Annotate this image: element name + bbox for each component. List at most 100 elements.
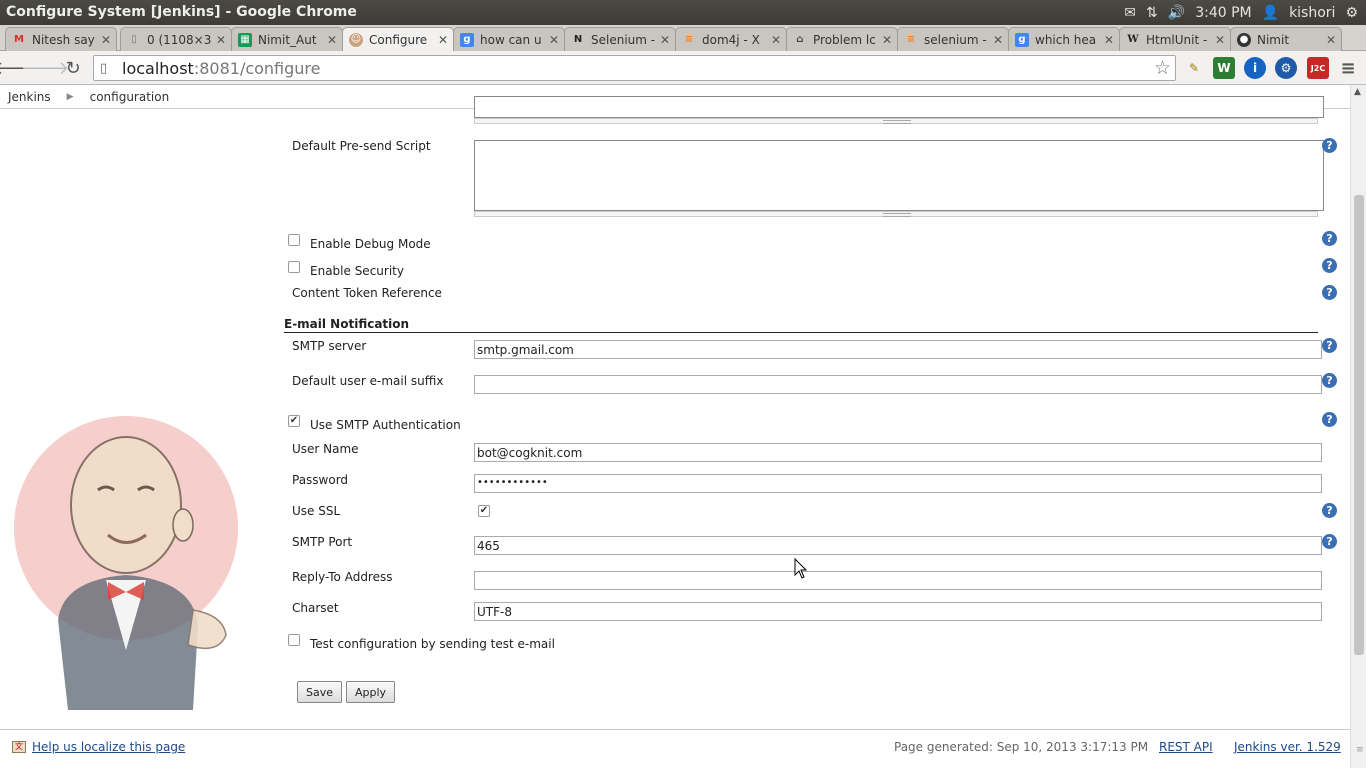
bookmark-star-icon[interactable]: ☆	[1154, 57, 1171, 79]
smtp-auth-checkbox[interactable]: ✔	[288, 415, 300, 427]
help-icon[interactable]: ?	[1322, 231, 1337, 246]
debug-mode-label: Enable Debug Mode	[310, 237, 431, 251]
username-input[interactable]	[474, 443, 1322, 462]
textarea-resize-grip[interactable]	[474, 118, 1318, 124]
breadcrumb-jenkins[interactable]: Jenkins	[0, 90, 59, 104]
save-button[interactable]: Save	[297, 681, 343, 703]
mail-icon[interactable]: ✉	[1124, 5, 1136, 21]
extension-info-icon[interactable]: i	[1244, 57, 1266, 79]
close-icon[interactable]: ✕	[881, 33, 893, 47]
smtp-server-input[interactable]	[474, 340, 1322, 359]
browser-tab[interactable]: ▦ Nimit_Aut ✕	[231, 27, 343, 51]
localize-link-container: 文 Help us localize this page	[12, 740, 185, 754]
site-icon: ⌂	[796, 34, 804, 45]
localize-link[interactable]: Help us localize this page	[32, 740, 185, 754]
previous-script-textarea[interactable]	[474, 96, 1324, 118]
help-icon[interactable]: ?	[1322, 534, 1337, 549]
scroll-up-arrow-icon[interactable]: ▲	[1354, 87, 1361, 97]
close-icon[interactable]: ✕	[100, 33, 112, 47]
close-icon[interactable]: ✕	[659, 33, 671, 47]
browser-tab[interactable]: g how can u ✕	[453, 27, 565, 51]
mouse-pointer-icon	[794, 558, 808, 579]
help-icon[interactable]: ?	[1322, 258, 1337, 273]
wikipedia-icon: W	[1127, 34, 1139, 45]
pre-send-script-textarea[interactable]	[474, 140, 1324, 211]
browser-tab[interactable]: ⌂ Problem lc ✕	[786, 27, 898, 51]
menu-icon[interactable]: ≡	[1337, 57, 1359, 79]
breadcrumb-configuration[interactable]: configuration	[82, 90, 178, 104]
close-icon[interactable]: ✕	[1325, 33, 1337, 47]
help-icon[interactable]: ?	[1322, 338, 1337, 353]
close-icon[interactable]: ✕	[992, 33, 1004, 47]
close-icon[interactable]: ✕	[437, 33, 449, 47]
scrollbar-thumb[interactable]	[1354, 195, 1364, 655]
volume-icon[interactable]: 🔊	[1168, 5, 1185, 21]
google-icon: g	[460, 32, 474, 47]
pre-send-script-label: Default Pre-send Script	[292, 139, 431, 153]
smtp-server-label: SMTP server	[292, 339, 367, 353]
help-icon[interactable]: ?	[1322, 412, 1337, 427]
close-icon[interactable]: ✕	[1214, 33, 1226, 47]
use-ssl-label: Use SSL	[292, 504, 341, 518]
browser-tab[interactable]: M Nitesh say ✕	[5, 27, 117, 51]
address-path: :8081/configure	[193, 58, 321, 78]
extension-pencil-icon[interactable]: ✎	[1183, 57, 1205, 79]
reply-to-input[interactable]	[474, 571, 1322, 590]
close-icon[interactable]: ✕	[326, 33, 338, 47]
rest-api-link[interactable]: REST API	[1159, 740, 1213, 754]
user-name[interactable]: kishori	[1289, 5, 1335, 21]
browser-tab[interactable]: g which hea ✕	[1008, 27, 1120, 51]
notion-icon: N	[573, 34, 583, 45]
smtp-port-input[interactable]	[474, 536, 1322, 555]
charset-input[interactable]	[474, 602, 1322, 621]
stackoverflow-icon: ≡	[906, 34, 916, 45]
browser-tab-active[interactable]: ☺ Configure ✕	[342, 27, 454, 51]
debug-mode-checkbox[interactable]	[288, 234, 300, 246]
translate-icon: 文	[12, 741, 26, 753]
help-icon[interactable]: ?	[1322, 503, 1337, 518]
github-icon: ●	[1237, 32, 1251, 47]
use-ssl-checkbox[interactable]: ✔	[478, 505, 490, 517]
extension-gear-icon[interactable]: ⚙	[1275, 57, 1297, 79]
username-label: User Name	[292, 442, 359, 456]
window-title: Configure System [Jenkins] - Google Chro…	[6, 4, 357, 20]
page-scrollbar[interactable]: ▲ ≡	[1350, 85, 1366, 768]
smtp-auth-label: Use SMTP Authentication	[310, 418, 461, 432]
password-input[interactable]: ••••••••••••	[474, 474, 1322, 493]
help-icon[interactable]: ?	[1322, 285, 1337, 300]
sheets-icon: ▦	[238, 32, 252, 47]
user-icon: 👤	[1261, 4, 1280, 21]
reload-icon[interactable]: ↻	[62, 57, 84, 79]
security-checkbox[interactable]	[288, 261, 300, 273]
browser-toolbar: 🡐 🡒 ↻ ▯ localhost :8081/configure ☆ ✎ W …	[0, 51, 1366, 85]
browser-tab[interactable]: N Selenium - ✕	[564, 27, 676, 51]
settings-gear-icon[interactable]: ⚙	[1345, 5, 1358, 21]
test-email-checkbox[interactable]	[288, 634, 300, 646]
jenkins-version-link[interactable]: Jenkins ver. 1.529	[1234, 740, 1341, 754]
browser-tab[interactable]: ≡ dom4j - X ✕	[675, 27, 787, 51]
close-icon[interactable]: ✕	[215, 33, 227, 47]
apply-button[interactable]: Apply	[346, 681, 396, 703]
browser-tab[interactable]: ≡ selenium - ✕	[897, 27, 1009, 51]
clock[interactable]: 3:40 PM	[1195, 5, 1251, 21]
browser-tab[interactable]: ▯ 0 (1108×3 ✕	[120, 27, 232, 51]
browser-tab[interactable]: ● Nimit ✕	[1230, 27, 1342, 51]
close-icon[interactable]: ✕	[548, 33, 560, 47]
address-bar[interactable]: ▯ localhost :8081/configure ☆	[93, 55, 1176, 81]
close-icon[interactable]: ✕	[770, 33, 782, 47]
extension-j2c-icon[interactable]: J2C	[1307, 57, 1329, 79]
scrollbar-grip-icon: ≡	[1356, 745, 1364, 755]
address-host: localhost	[122, 58, 194, 78]
forward-arrow-icon[interactable]: 🡒	[21, 57, 69, 79]
browser-tab[interactable]: W HtmlUnit - ✕	[1119, 27, 1231, 51]
extension-w-icon[interactable]: W	[1213, 57, 1235, 79]
textarea-resize-grip[interactable]	[474, 211, 1318, 217]
content-token-label: Content Token Reference	[292, 286, 442, 300]
close-icon[interactable]: ✕	[1103, 33, 1115, 47]
email-suffix-input[interactable]	[474, 375, 1322, 394]
network-icon[interactable]: ⇅	[1146, 5, 1158, 21]
reply-to-label: Reply-To Address	[292, 570, 393, 584]
help-icon[interactable]: ?	[1322, 138, 1337, 153]
system-tray: ✉ ⇅ 🔊 3:40 PM 👤 kishori ⚙	[1124, 0, 1366, 25]
help-icon[interactable]: ?	[1322, 373, 1337, 388]
